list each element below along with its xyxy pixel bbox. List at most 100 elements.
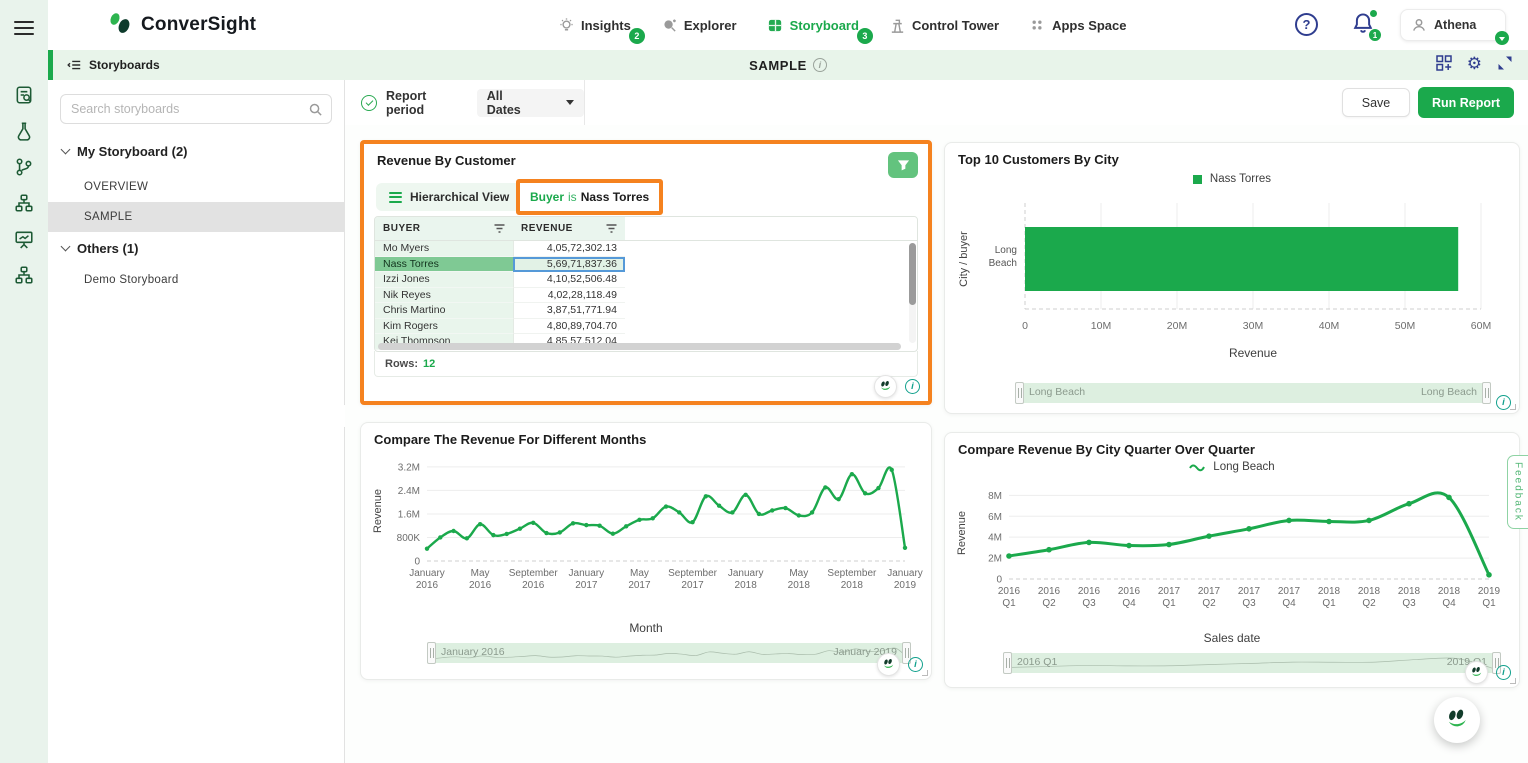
org-chart-icon[interactable] — [14, 265, 34, 285]
sidebar-group-others[interactable]: Others (1) — [48, 235, 344, 261]
run-report-button[interactable]: Run Report — [1418, 87, 1514, 118]
sidebar-item-demo-storyboard[interactable]: Demo Storyboard — [48, 265, 344, 295]
nav-storyboard[interactable]: Storyboard 3 — [767, 17, 859, 34]
buyer-filter-chip[interactable]: Buyer is Nass Torres — [520, 183, 659, 211]
report-period-select[interactable]: All Dates — [477, 89, 584, 117]
hierarchical-view-button[interactable]: Hierarchical View — [376, 183, 522, 211]
athena-chat-icon[interactable] — [877, 653, 900, 676]
buyer-cell[interactable]: Nass Torres — [375, 257, 513, 273]
chart-legend[interactable]: Long Beach — [945, 461, 1519, 473]
filter-lines-icon[interactable] — [494, 224, 505, 233]
table-row[interactable]: Izzi Jones4,10,52,506.48 — [375, 272, 917, 288]
sidebar-item-overview[interactable]: OVERVIEW — [48, 172, 344, 202]
table-row[interactable]: Chris Martino3,87,51,771.94 — [375, 303, 917, 319]
slider-handle-left[interactable] — [1003, 652, 1012, 674]
scrollbar-thumb[interactable] — [378, 343, 901, 350]
svg-text:2018: 2018 — [1398, 586, 1421, 597]
document-search-icon[interactable] — [14, 85, 34, 105]
date-range-slider[interactable]: 2016 Q1 2019 Q1 — [1005, 653, 1499, 673]
sidebar-item-sample[interactable]: SAMPLE — [48, 202, 344, 232]
buyer-cell[interactable]: Kim Rogers — [375, 319, 513, 335]
user-menu[interactable]: Athena — [1400, 9, 1506, 41]
date-range-slider[interactable]: January 2016 January 2019 — [429, 643, 909, 663]
svg-text:Q3: Q3 — [1402, 598, 1416, 609]
report-toolbar: Report period All Dates Save Run Report — [345, 80, 1528, 125]
buyer-cell[interactable]: Mo Myers — [375, 241, 513, 257]
svg-text:1.6M: 1.6M — [398, 509, 420, 520]
column-header-revenue[interactable]: REVENUE — [513, 217, 625, 240]
revenue-cell[interactable]: 4,10,52,506.48 — [513, 272, 625, 288]
presentation-chart-icon[interactable] — [14, 229, 34, 249]
buyer-cell[interactable]: Chris Martino — [375, 303, 513, 319]
notification-dot — [1370, 10, 1377, 17]
resize-corner[interactable] — [1510, 404, 1516, 410]
chart-legend[interactable]: Nass Torres — [945, 173, 1519, 185]
conversight-logo[interactable]: ConverSight — [105, 10, 256, 40]
column-header-buyer[interactable]: BUYER — [375, 217, 513, 240]
table-row[interactable]: Nass Torres5,69,71,837.36 — [375, 257, 917, 273]
slider-handle-right[interactable] — [1482, 382, 1491, 404]
info-icon[interactable]: i — [905, 379, 920, 394]
panel-revenue-by-month: Compare The Revenue For Different Months… — [360, 422, 932, 680]
vertical-scrollbar[interactable] — [909, 243, 916, 343]
info-icon[interactable]: i — [1496, 665, 1511, 680]
feedback-tab[interactable]: Feedback — [1507, 455, 1528, 529]
svg-text:20M: 20M — [1167, 320, 1187, 332]
flask-icon[interactable] — [14, 121, 34, 141]
hierarchy-icon[interactable] — [14, 193, 34, 213]
resize-corner[interactable] — [1510, 678, 1516, 684]
table-row[interactable]: Mo Myers4,05,72,302.13 — [375, 241, 917, 257]
slider-handle-left[interactable] — [1015, 382, 1024, 404]
athena-chat-fab[interactable] — [1434, 697, 1480, 743]
revenue-cell[interactable]: 4,80,89,704.70 — [513, 319, 625, 335]
horizontal-scrollbar[interactable] — [378, 343, 906, 350]
panel-footer-icons: i — [874, 375, 920, 398]
nav-explorer[interactable]: Explorer — [661, 17, 737, 34]
hamburger-menu-icon[interactable] — [14, 21, 34, 35]
svg-text:3.2M: 3.2M — [398, 462, 420, 473]
help-icon[interactable]: ? — [1295, 13, 1318, 36]
filter-button[interactable] — [888, 152, 918, 178]
resize-corner[interactable] — [922, 670, 928, 676]
category-range-slider[interactable]: Long Beach Long Beach — [1017, 383, 1489, 403]
svg-text:40M: 40M — [1319, 320, 1339, 332]
table-row[interactable]: Kim Rogers4,80,89,704.70 — [375, 319, 917, 335]
check-circle-icon[interactable] — [361, 95, 377, 111]
svg-text:2M: 2M — [988, 554, 1002, 565]
buyer-cell[interactable]: Nik Reyes — [375, 288, 513, 304]
nav-control-tower[interactable]: Control Tower — [889, 17, 999, 34]
search-input[interactable] — [71, 95, 301, 123]
info-icon[interactable]: i — [908, 657, 923, 672]
table-row[interactable]: Nik Reyes4,02,28,118.49 — [375, 288, 917, 304]
revenue-cell[interactable]: 4,05,72,302.13 — [513, 241, 625, 257]
revenue-cell[interactable]: 5,69,71,837.36 — [513, 257, 625, 273]
nav-apps-space[interactable]: Apps Space — [1029, 17, 1126, 34]
info-icon[interactable]: i — [1496, 395, 1511, 410]
settings-gear-icon[interactable]: ⚙ — [1467, 55, 1482, 72]
slider-handle-left[interactable] — [427, 642, 436, 664]
buyer-cell[interactable]: Izzi Jones — [375, 272, 513, 288]
search-box[interactable] — [60, 94, 332, 124]
expand-icon[interactable] — [1496, 54, 1514, 72]
scrollbar-thumb[interactable] — [909, 243, 916, 305]
athena-chat-icon[interactable] — [874, 375, 897, 398]
svg-text:2018: 2018 — [735, 580, 758, 591]
save-button[interactable]: Save — [1342, 88, 1410, 117]
search-icon[interactable] — [308, 102, 323, 122]
sample-info-icon[interactable]: i — [813, 58, 827, 72]
filter-lines-icon[interactable] — [606, 224, 617, 233]
sidebar-group-my-storyboard[interactable]: My Storyboard (2) — [48, 138, 344, 164]
panel-top10-customers-by-city: Top 10 Customers By City Nass Torres 010… — [944, 142, 1520, 414]
svg-text:10M: 10M — [1091, 320, 1111, 332]
user-name: Athena — [1434, 18, 1476, 32]
revenue-cell[interactable]: 3,87,51,771.94 — [513, 303, 625, 319]
add-widget-icon[interactable] — [1435, 54, 1453, 72]
svg-text:8M: 8M — [988, 491, 1002, 502]
branch-icon[interactable] — [14, 157, 34, 177]
nav-insights[interactable]: Insights 2 — [558, 17, 631, 34]
athena-chat-icon[interactable] — [1465, 661, 1488, 684]
rows-count-bar: Rows: 12 — [374, 351, 918, 377]
brand-name: ConverSight — [141, 14, 256, 36]
revenue-cell[interactable]: 4,02,28,118.49 — [513, 288, 625, 304]
notifications-bell-icon[interactable]: 1 — [1352, 12, 1376, 36]
